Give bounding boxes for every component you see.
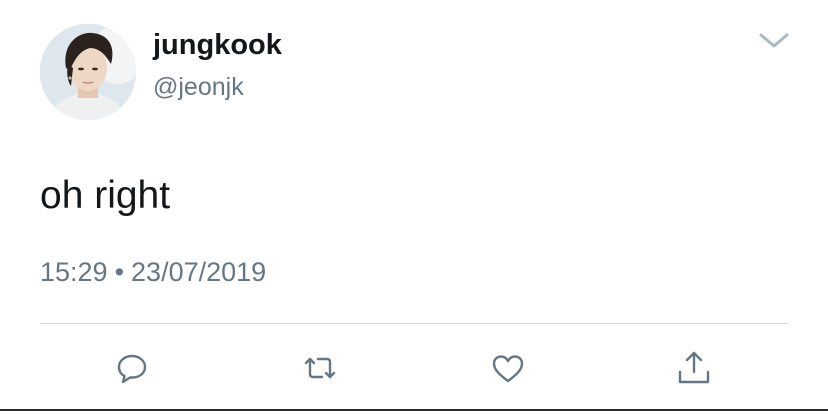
chevron-down-icon <box>759 33 789 48</box>
bottom-border <box>0 409 828 411</box>
more-options-button[interactable] <box>752 24 796 56</box>
tweet-text: oh right <box>40 174 171 217</box>
reply-icon <box>117 354 147 384</box>
retweet-icon <box>304 357 336 379</box>
tweet-timestamp[interactable]: 15:29 • 23/07/2019 <box>40 255 266 289</box>
meta-separator: • <box>114 257 125 287</box>
share-button[interactable] <box>674 348 714 388</box>
divider <box>40 323 788 324</box>
tweet-date: 23/07/2019 <box>131 257 267 287</box>
reply-button[interactable] <box>112 348 152 388</box>
avatar[interactable] <box>40 24 136 120</box>
like-button[interactable] <box>488 348 528 388</box>
tweet-time: 15:29 <box>40 257 108 287</box>
author-display-name[interactable]: jungkook <box>153 28 282 62</box>
heart-icon <box>492 355 524 383</box>
share-icon <box>678 351 710 384</box>
author-handle[interactable]: @jeonjk <box>153 72 244 102</box>
retweet-button[interactable] <box>300 348 340 388</box>
tweet-card: jungkook @jeonjk oh right 15:29 • 23/07/20… <box>0 0 828 415</box>
avatar-photo <box>40 24 136 120</box>
